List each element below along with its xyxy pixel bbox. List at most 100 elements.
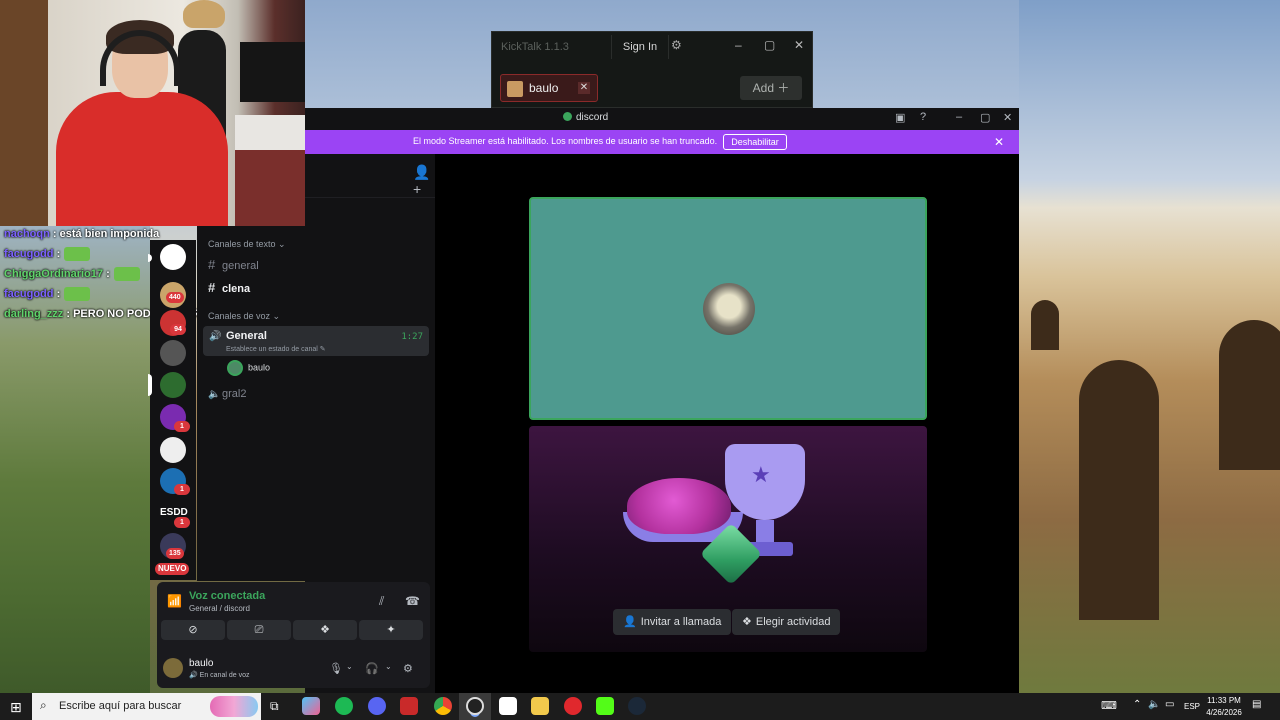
windows-start-icon[interactable]: ⊞ <box>10 699 22 716</box>
category-voice-channels[interactable]: Canales de voz ⌄ <box>208 311 280 322</box>
choose-activity-button[interactable]: ❖ Elegir actividad <box>732 609 841 635</box>
voice-user[interactable]: baulo <box>227 360 270 376</box>
keyboard-icon[interactable]: ⌨ <box>1101 699 1117 712</box>
volume-icon[interactable]: 🔈 <box>1148 699 1160 710</box>
channel-status[interactable]: Establece un estado de canal ✎ <box>226 345 326 353</box>
server-icon[interactable] <box>160 340 186 366</box>
call-stage: ★ 👤 Invitar a llamada ❖ Elegir actividad <box>435 154 1019 693</box>
webcam-overlay <box>0 0 305 226</box>
speaker-icon: 🔊 <box>209 331 222 342</box>
signal-icon[interactable]: 📶 <box>167 594 182 608</box>
call-timer: 1:27 <box>401 332 423 342</box>
noise-suppression-icon[interactable]: ⫽ <box>379 594 384 609</box>
banner-text: El modo Streamer está habilitado. Los no… <box>413 136 718 146</box>
opera-icon[interactable] <box>564 697 582 715</box>
disable-streamer-button[interactable]: Deshabilitar <box>723 134 787 150</box>
close-button[interactable]: ✕ <box>794 38 804 52</box>
voice-channel-gral2[interactable]: 🔈 gral2 <box>208 388 246 400</box>
video-editor-icon[interactable] <box>400 697 418 715</box>
speaker-icon: 🔈 <box>208 389 221 400</box>
avatar <box>507 81 523 97</box>
clock[interactable]: 11:33 PM 4/26/2026 <box>1204 695 1244 719</box>
voice-connected-subtitle[interactable]: General / discord <box>189 604 250 613</box>
close-button[interactable]: ✕ <box>1003 111 1012 124</box>
activity-icon: ❖ <box>742 616 752 628</box>
category-text-channels[interactable]: Canales de texto ⌄ <box>208 239 286 250</box>
discord-app-icon[interactable] <box>368 697 386 715</box>
invite-to-call-button[interactable]: 👤 Invitar a llamada <box>613 609 732 635</box>
notification-badge: 1 <box>174 484 190 495</box>
participant-avatar <box>703 283 755 335</box>
streamer-mode-banner: El modo Streamer está habilitado. Los no… <box>305 130 1019 154</box>
microphone-icon[interactable]: 🎙 <box>329 662 343 675</box>
add-chat-button[interactable]: Add ＋ <box>740 76 802 100</box>
star-icon: ★ <box>751 462 771 487</box>
taskbar-search[interactable]: ⌕ Escribe aquí para buscar <box>32 693 261 720</box>
file-explorer-icon[interactable] <box>531 697 549 715</box>
emote-icon <box>64 247 91 262</box>
network-icon[interactable]: ▭ <box>1165 699 1174 710</box>
chevron-down-icon[interactable]: ⌄ <box>385 662 392 671</box>
notification-badge: 94 <box>170 324 186 335</box>
channel-header: 👤+ <box>305 154 435 198</box>
obs-icon[interactable] <box>466 697 484 715</box>
chat-tab-baulo[interactable]: baulo ✕ <box>500 74 598 102</box>
activity-illustration <box>627 478 731 534</box>
screen-share-button[interactable]: ⎚ <box>227 620 291 640</box>
help-icon[interactable]: ? <box>920 111 926 123</box>
voice-channel-name: General <box>226 330 267 342</box>
activity-panel: ★ 👤 Invitar a llamada ❖ Elegir actividad <box>529 426 927 652</box>
close-tab-icon[interactable]: ✕ <box>578 82 590 94</box>
maximize-button[interactable]: ▢ <box>764 38 775 52</box>
gear-icon[interactable]: ⚙ <box>671 38 682 52</box>
server-icon[interactable] <box>160 437 186 463</box>
chevron-up-icon[interactable]: ⌃ <box>1133 699 1141 710</box>
voice-channel-general[interactable]: 🔊 General Establece un estado de canal ✎… <box>203 326 429 356</box>
sign-in-button[interactable]: Sign In <box>611 35 669 59</box>
hash-icon: # <box>208 257 216 272</box>
user-status: 🔊 En canal de voz <box>189 672 250 679</box>
camera-button[interactable]: ⊘ <box>161 620 225 640</box>
notifications-icon[interactable]: ▤ <box>1252 699 1261 710</box>
screen-share-icon[interactable]: ▣ <box>895 111 905 124</box>
avatar <box>227 360 243 376</box>
server-icon[interactable] <box>160 372 186 398</box>
add-friend-icon[interactable]: 👤+ <box>413 164 435 197</box>
notification-badge: 440 <box>166 292 184 303</box>
language-indicator[interactable]: ESP <box>1184 702 1200 711</box>
spotify-icon[interactable] <box>335 697 353 715</box>
settings-gear-icon[interactable]: ⚙ <box>403 662 413 675</box>
notification-badge: 135 <box>166 548 184 559</box>
close-banner-icon[interactable]: ✕ <box>994 135 1004 149</box>
chrome-icon[interactable] <box>434 697 452 715</box>
headphones-icon[interactable]: 🎧 <box>365 662 379 675</box>
maximize-button[interactable]: ▢ <box>980 111 990 124</box>
avatar[interactable] <box>163 658 183 678</box>
search-placeholder: Escribe aquí para buscar <box>59 700 182 712</box>
emote-icon <box>64 287 91 302</box>
discord-logo-icon <box>563 112 572 121</box>
channel-clena[interactable]: # clena <box>208 280 250 295</box>
search-icon: ⌕ <box>40 698 47 712</box>
chevron-down-icon[interactable]: ⌄ <box>346 662 353 671</box>
channel-general[interactable]: # general <box>208 257 259 272</box>
emote-icon <box>113 267 140 282</box>
disconnect-icon[interactable]: ☎ <box>405 594 420 608</box>
username[interactable]: baulo <box>189 658 213 669</box>
minimize-button[interactable]: – <box>735 38 742 52</box>
steam-icon[interactable] <box>628 697 646 715</box>
app-icon[interactable] <box>499 697 517 715</box>
task-view-icon[interactable]: ⧉ <box>270 699 279 714</box>
hash-icon: # <box>208 280 216 295</box>
kicktalk-window: KickTalk 1.1.3 Sign In ⚙ – ▢ ✕ baulo ✕ A… <box>491 31 813 108</box>
voice-connected-panel: 📶 Voz conectada General / discord ⫽ ☎ ⊘ … <box>157 582 430 688</box>
soundboard-button[interactable]: ✦ <box>359 620 423 640</box>
voice-connected-title[interactable]: Voz conectada <box>189 590 265 602</box>
copilot-icon[interactable] <box>302 697 320 715</box>
participant-tile[interactable] <box>529 197 927 420</box>
kick-icon[interactable] <box>596 697 614 715</box>
server-icon[interactable] <box>160 244 186 270</box>
minimize-button[interactable]: – <box>956 111 962 123</box>
selected-pill <box>148 374 152 396</box>
activities-button[interactable]: ❖ <box>293 620 357 640</box>
